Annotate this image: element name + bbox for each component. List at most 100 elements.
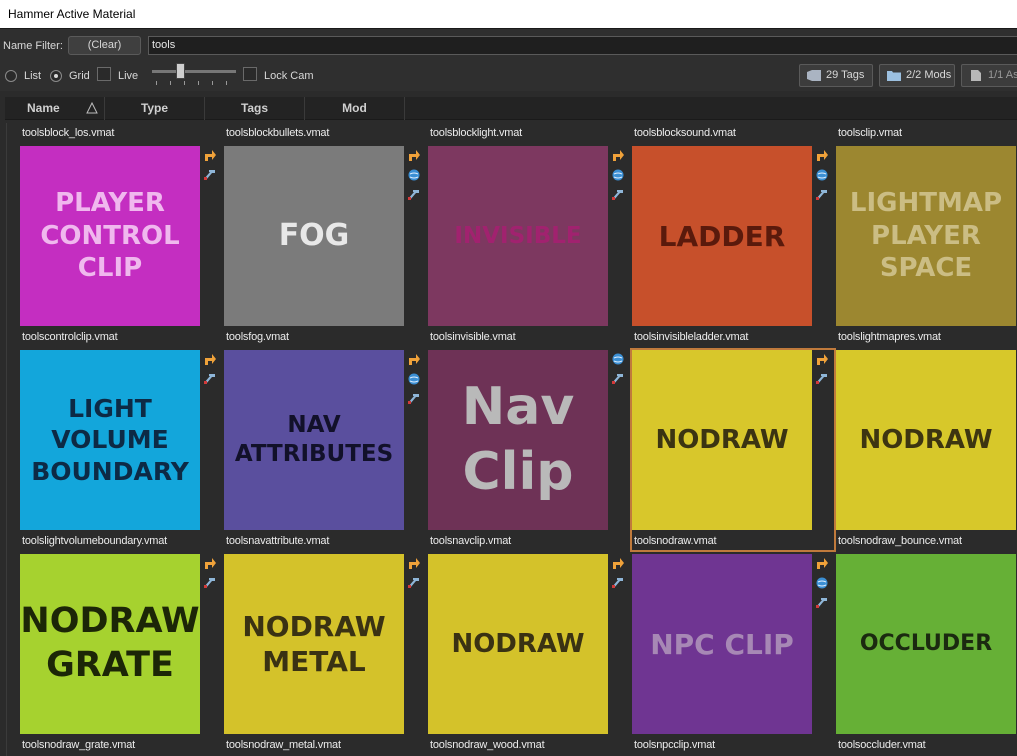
globe-icon xyxy=(611,168,625,182)
material-grid: toolsblock_los.vmat toolsblockbullets.vm… xyxy=(6,123,1017,756)
thumbnail-label: OCCLUDER xyxy=(859,631,993,657)
list-label: List xyxy=(24,70,42,82)
hammer-icon xyxy=(815,372,829,386)
column-mod[interactable]: Mod xyxy=(305,97,405,120)
hammer-icon xyxy=(203,576,217,590)
column-name[interactable]: Name xyxy=(5,97,105,120)
filter-bar: Name Filter: (Clear) tools xyxy=(0,28,1017,61)
hammer-icon xyxy=(407,392,421,406)
hammer-icon xyxy=(203,168,217,182)
material-thumbnail[interactable]: NODRAW xyxy=(428,554,608,734)
hammer-icon xyxy=(611,188,625,202)
lock-cam-label: Lock Cam xyxy=(264,70,314,82)
mods-filter-button[interactable]: 2/2 Mods xyxy=(879,64,955,87)
name-filter-input[interactable]: tools xyxy=(148,36,1017,55)
thumbnail-label: NODRAW xyxy=(859,424,993,455)
lock-cam-checkbox[interactable] xyxy=(243,67,257,81)
material-name[interactable]: toolsblockbullets.vmat xyxy=(226,127,329,139)
clear-filter-button[interactable]: (Clear) xyxy=(68,36,141,55)
globe-icon xyxy=(407,372,421,386)
name-filter-label: Name Filter: xyxy=(3,40,63,52)
arrow-icon xyxy=(203,556,217,570)
arrow-icon xyxy=(815,148,829,162)
title-bar: Hammer Active Material xyxy=(0,0,1017,28)
document-icon xyxy=(971,70,981,81)
window-title: Hammer Active Material xyxy=(8,7,136,21)
grid-radio[interactable] xyxy=(50,70,62,82)
column-header: Name Type Tags Mod xyxy=(5,97,1017,120)
material-thumbnail[interactable]: LIGHT VOLUME BOUNDARY xyxy=(20,350,200,530)
material-name[interactable]: toolsnodraw_bounce.vmat xyxy=(838,535,962,547)
globe-icon xyxy=(407,168,421,182)
globe-icon xyxy=(611,352,625,366)
slider-thumb[interactable] xyxy=(176,63,185,79)
material-thumbnail[interactable]: NODRAW xyxy=(632,350,812,530)
thumbnail-label: NODRAW xyxy=(451,628,585,659)
column-tags[interactable]: Tags xyxy=(205,97,305,120)
material-name[interactable]: toolsnavclip.vmat xyxy=(430,535,511,547)
material-name[interactable]: toolslightmapres.vmat xyxy=(838,331,941,343)
thumbnail-label: NODRAW xyxy=(655,424,789,455)
material-thumbnail[interactable]: NODRAW GRATE xyxy=(20,554,200,734)
thumbnail-label: NPC CLIP xyxy=(650,627,794,661)
thumbnail-label: FOG xyxy=(278,218,350,254)
arrow-icon xyxy=(203,148,217,162)
material-thumbnail[interactable]: NODRAW xyxy=(836,350,1016,530)
thumbnail-label: NODRAW METAL xyxy=(242,610,386,678)
material-name[interactable]: toolsoccluder.vmat xyxy=(838,739,926,751)
hammer-icon xyxy=(203,372,217,386)
material-thumbnail[interactable]: PLAYER CONTROL CLIP xyxy=(20,146,200,326)
arrow-icon xyxy=(815,352,829,366)
assets-filter-button[interactable]: 1/1 Ass xyxy=(961,64,1017,87)
thumbnail-label: LIGHT VOLUME BOUNDARY xyxy=(31,394,189,486)
list-radio[interactable] xyxy=(5,70,17,82)
material-thumbnail[interactable]: LADDER xyxy=(632,146,812,326)
material-name[interactable]: toolscontrolclip.vmat xyxy=(22,331,118,343)
material-name[interactable]: toolsnavattribute.vmat xyxy=(226,535,329,547)
thumbnail-label: LIGHTMAP PLAYER SPACE xyxy=(849,188,1003,284)
hammer-icon xyxy=(407,188,421,202)
sort-ascending-icon xyxy=(86,102,98,114)
arrow-icon xyxy=(407,556,421,570)
globe-icon xyxy=(815,168,829,182)
material-thumbnail[interactable]: NAV ATTRIBUTES xyxy=(224,350,404,530)
arrow-icon xyxy=(611,148,625,162)
material-name[interactable]: toolsnpcclip.vmat xyxy=(634,739,715,751)
material-name[interactable]: toolsnodraw.vmat xyxy=(634,535,717,547)
hammer-icon xyxy=(611,576,625,590)
material-name[interactable]: toolsnodraw_wood.vmat xyxy=(430,739,545,751)
material-name[interactable]: toolsnodraw_metal.vmat xyxy=(226,739,341,751)
folder-icon xyxy=(887,71,901,81)
material-name[interactable]: toolsblocksound.vmat xyxy=(634,127,736,139)
live-label: Live xyxy=(118,70,139,82)
material-name[interactable]: toolsblock_los.vmat xyxy=(22,127,114,139)
view-options-bar: List Grid Live Lock Cam 29 Tags 2/2 Mods… xyxy=(0,61,1017,91)
material-thumbnail[interactable]: LIGHTMAP PLAYER SPACE xyxy=(836,146,1016,326)
thumbnail-label: NODRAW GRATE xyxy=(20,601,200,685)
live-checkbox[interactable] xyxy=(97,67,111,81)
assets-count: 1/1 Ass xyxy=(988,69,1017,81)
arrow-icon xyxy=(611,556,625,570)
column-type[interactable]: Type xyxy=(105,97,205,120)
material-thumbnail[interactable]: NODRAW METAL xyxy=(224,554,404,734)
arrow-icon xyxy=(407,352,421,366)
globe-icon xyxy=(815,576,829,590)
hammer-icon xyxy=(815,596,829,610)
tags-filter-button[interactable]: 29 Tags xyxy=(799,64,873,87)
arrow-icon xyxy=(407,148,421,162)
material-name[interactable]: toolsnodraw_grate.vmat xyxy=(22,739,135,751)
material-thumbnail[interactable]: Nav Clip xyxy=(428,350,608,530)
material-name[interactable]: toolsfog.vmat xyxy=(226,331,289,343)
tags-count: 29 Tags xyxy=(826,69,865,81)
material-name[interactable]: toolsinvisible.vmat xyxy=(430,331,516,343)
thumbnail-label: Nav Clip xyxy=(461,377,575,502)
material-thumbnail[interactable]: INVISIBLE xyxy=(428,146,608,326)
material-thumbnail[interactable]: OCCLUDER xyxy=(836,554,1016,734)
mods-count: 2/2 Mods xyxy=(906,69,952,81)
material-thumbnail[interactable]: NPC CLIP xyxy=(632,554,812,734)
material-name[interactable]: toolsclip.vmat xyxy=(838,127,902,139)
material-name[interactable]: toolsblocklight.vmat xyxy=(430,127,522,139)
material-thumbnail[interactable]: FOG xyxy=(224,146,404,326)
material-name[interactable]: toolsinvisibleladder.vmat xyxy=(634,331,748,343)
material-name[interactable]: toolslightvolumeboundary.vmat xyxy=(22,535,167,547)
